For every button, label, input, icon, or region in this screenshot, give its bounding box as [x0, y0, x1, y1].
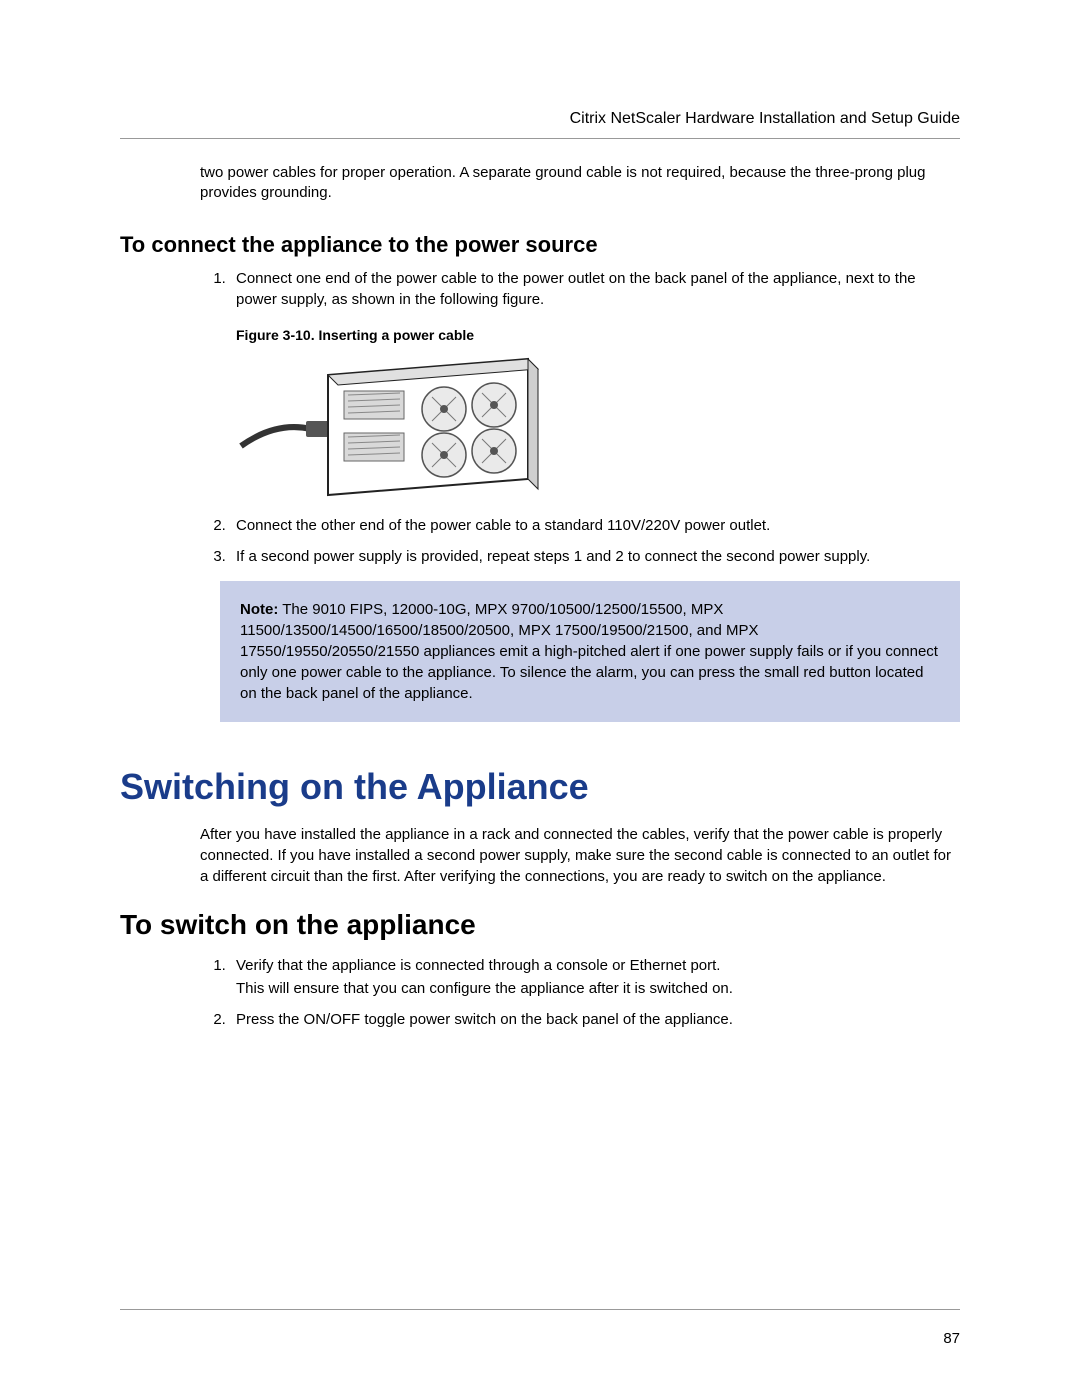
connect-steps-list: Connect one end of the power cable to th…: [200, 268, 960, 568]
figure-power-cable: [236, 351, 960, 501]
connect-step-1: Connect one end of the power cable to th…: [230, 268, 960, 502]
connect-step-1-text: Connect one end of the power cable to th…: [236, 270, 916, 308]
note-body: The 9010 FIPS, 12000-10G, MPX 9700/10500…: [240, 601, 938, 702]
note-label: Note:: [240, 601, 278, 618]
connect-power-heading: To connect the appliance to the power so…: [120, 232, 960, 258]
switch-on-heading: To switch on the appliance: [120, 909, 960, 941]
page-number: 87: [943, 1330, 960, 1347]
switching-intro-text: After you have installed the appliance i…: [200, 824, 960, 887]
page-content: Citrix NetScaler Hardware Installation a…: [0, 0, 1080, 1030]
connect-step-2: Connect the other end of the power cable…: [230, 515, 960, 536]
note-box: Note: The 9010 FIPS, 12000-10G, MPX 9700…: [220, 581, 960, 722]
switch-on-step-1-line2: This will ensure that you can configure …: [236, 978, 960, 999]
appliance-illustration-icon: [236, 351, 546, 501]
switch-on-steps-list: Verify that the appliance is connected t…: [200, 955, 960, 1030]
figure-caption: Figure 3-10. Inserting a power cable: [236, 326, 960, 346]
footer-rule: [120, 1309, 960, 1310]
switch-on-step-1: Verify that the appliance is connected t…: [230, 955, 960, 999]
chapter-title-switching: Switching on the Appliance: [120, 766, 960, 808]
connect-step-3: If a second power supply is provided, re…: [230, 546, 960, 567]
running-header: Citrix NetScaler Hardware Installation a…: [120, 110, 960, 138]
intro-continuation-text: two power cables for proper operation. A…: [200, 163, 960, 204]
switch-on-step-2: Press the ON/OFF toggle power switch on …: [230, 1009, 960, 1030]
header-rule: [120, 138, 960, 139]
switch-on-step-1-line1: Verify that the appliance is connected t…: [236, 957, 720, 974]
